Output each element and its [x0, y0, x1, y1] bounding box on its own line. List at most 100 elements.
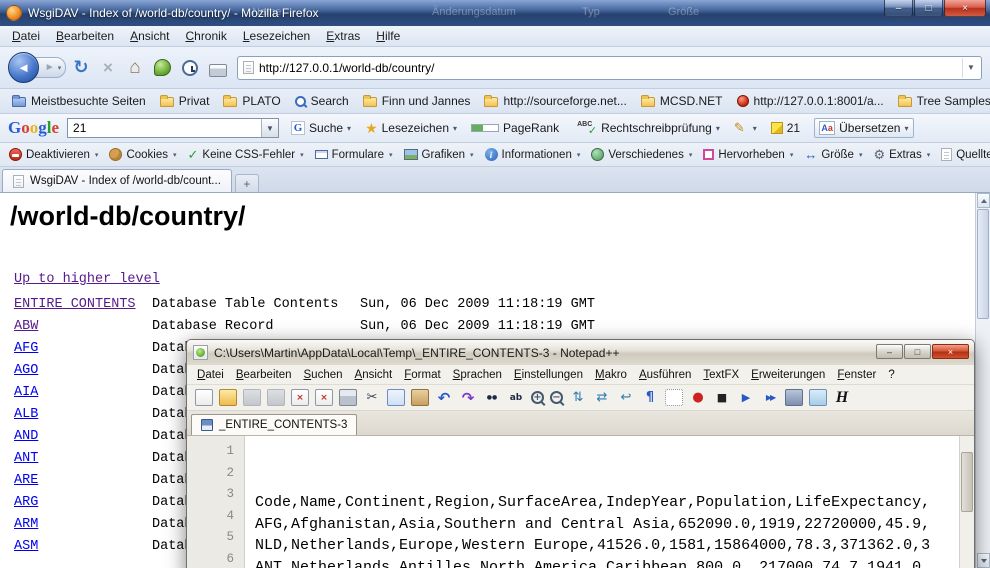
scrollbar-thumb[interactable] — [961, 452, 973, 512]
close-button[interactable]: × — [944, 0, 986, 17]
webdev-item[interactable]: Verschiedenes▾ — [586, 146, 697, 163]
entry-link[interactable]: AFG — [14, 341, 38, 356]
url-bar[interactable]: ▼ — [237, 56, 982, 80]
print-icon[interactable] — [339, 389, 357, 406]
replace-icon[interactable]: ab — [507, 389, 525, 406]
menu-item[interactable]: Einstellungen — [508, 367, 589, 383]
url-input[interactable] — [259, 61, 962, 75]
bookmark-item[interactable]: http://sourceforge.net... — [478, 92, 632, 110]
webdev-item[interactable]: Cookies▾ — [104, 146, 181, 163]
scroll-down-icon[interactable] — [977, 553, 990, 568]
history-clock-button[interactable] — [182, 60, 198, 76]
editor-text-area[interactable]: Code,Name,Continent,Region,SurfaceArea,I… — [245, 436, 959, 568]
webdev-item[interactable]: Quelltext — [936, 146, 990, 163]
editor[interactable]: 123456 Code,Name,Continent,Region,Surfac… — [187, 436, 974, 568]
open-file-icon[interactable] — [219, 389, 237, 406]
stop-macro-icon[interactable]: ■ — [713, 389, 731, 406]
google-toolbar-item[interactable]: Übersetzen▾ — [814, 118, 913, 138]
webdev-item[interactable]: Deaktivieren▾ — [4, 146, 103, 163]
maximize-button[interactable]: □ — [904, 344, 931, 359]
save-all-icon[interactable] — [267, 389, 285, 406]
url-dropdown-button[interactable]: ▼ — [962, 58, 979, 78]
menu-item[interactable]: Datei — [4, 27, 48, 45]
home-button[interactable]: ⌂ — [123, 54, 147, 82]
print-button[interactable] — [209, 64, 227, 77]
menu-item[interactable]: Ansicht — [122, 27, 177, 45]
up-link[interactable]: Up to higher level — [14, 272, 160, 287]
word-wrap-icon[interactable]: ↩ — [617, 389, 635, 406]
indent-guide-icon[interactable] — [665, 389, 683, 406]
undo-icon[interactable]: ↶ — [435, 389, 453, 406]
webdev-item[interactable]: Grafiken▾ — [399, 147, 479, 163]
run-macro-multiple-icon[interactable]: ▶▶ — [761, 389, 779, 406]
menu-item[interactable]: Bearbeiten — [48, 27, 122, 45]
show-all-chars-icon[interactable]: ¶ — [641, 389, 659, 406]
sync-vertical-icon[interactable]: ⇅ — [569, 389, 587, 406]
google-search-input[interactable] — [68, 121, 261, 135]
google-toolbar-item[interactable]: Lesezeichen▾ — [361, 118, 461, 139]
menu-item[interactable]: Ausführen — [633, 367, 697, 383]
new-tab-button[interactable]: + — [235, 174, 259, 192]
entry-link[interactable]: ALB — [14, 407, 38, 422]
sync-horizontal-icon[interactable]: ⇄ — [593, 389, 611, 406]
save-icon[interactable] — [243, 389, 261, 406]
paste-icon[interactable] — [411, 389, 429, 406]
webdev-item[interactable]: Hervorheben▾ — [698, 147, 798, 163]
google-toolbar-item[interactable]: PageRank — [467, 119, 567, 137]
google-toolbar-item[interactable]: Rechtschreibprüfung▾ — [573, 119, 724, 137]
webdev-item[interactable]: Formulare▾ — [310, 147, 398, 163]
minimize-button[interactable]: – — [876, 344, 903, 359]
entry-link[interactable]: ASM — [14, 539, 38, 554]
webdev-item[interactable]: Informationen▾ — [480, 146, 586, 163]
menu-item[interactable]: Fenster — [831, 367, 882, 383]
redo-icon[interactable]: ↷ — [459, 389, 477, 406]
bookmark-item[interactable]: MCSD.NET — [635, 92, 729, 110]
google-toolbar-item[interactable]: ▾ — [730, 118, 761, 138]
entry-link[interactable]: AIA — [14, 385, 38, 400]
webdev-item[interactable]: Größe▾ — [799, 145, 867, 164]
menu-item[interactable]: Ansicht — [349, 367, 399, 383]
back-button[interactable]: ◄ — [8, 52, 39, 83]
find-icon[interactable]: ●● — [483, 389, 501, 406]
close-all-icon[interactable]: × — [315, 389, 333, 406]
menu-item[interactable]: Chronik — [177, 27, 234, 45]
play-macro-icon[interactable]: ▶ — [737, 389, 755, 406]
bookmark-item[interactable]: Finn und Jannes — [357, 92, 477, 110]
menu-item[interactable]: TextFX — [697, 367, 745, 383]
google-toolbar-item[interactable]: Suche▾ — [287, 119, 355, 137]
entry-link[interactable]: ENTIRE CONTENTS — [14, 297, 136, 312]
entry-link[interactable]: ABW — [14, 319, 38, 334]
page-scrollbar[interactable] — [975, 193, 990, 568]
leaf-addon-button[interactable] — [154, 59, 171, 76]
save-macro-icon[interactable] — [785, 389, 803, 406]
document-tab[interactable]: _ENTIRE_CONTENTS-3 — [191, 414, 357, 435]
scroll-up-icon[interactable] — [977, 193, 990, 208]
bookmark-item[interactable]: Tree Samples — [892, 92, 990, 110]
menu-item[interactable]: Sprachen — [447, 367, 508, 383]
menu-item[interactable]: Hilfe — [368, 27, 408, 45]
menu-item[interactable]: ? — [882, 367, 900, 383]
menu-item[interactable]: Datei — [191, 367, 230, 383]
entry-link[interactable]: AND — [14, 429, 38, 444]
cut-icon[interactable]: ✂ — [363, 389, 381, 406]
entry-link[interactable]: ARG — [14, 495, 38, 510]
zoom-in-icon[interactable]: + — [531, 391, 544, 404]
menu-item[interactable]: Lesezeichen — [235, 27, 318, 45]
entry-link[interactable]: AGO — [14, 363, 38, 378]
bookmark-item[interactable]: Search — [289, 92, 355, 110]
bookmark-item[interactable]: http://127.0.0.1:8001/a... — [731, 92, 890, 110]
entry-link[interactable]: ANT — [14, 451, 38, 466]
maximize-button[interactable]: □ — [914, 0, 943, 17]
google-search-box[interactable]: ▼ — [67, 118, 279, 138]
menu-item[interactable]: Bearbeiten — [230, 367, 298, 383]
stop-button[interactable]: × — [96, 54, 120, 82]
close-file-icon[interactable]: × — [291, 389, 309, 406]
menu-item[interactable]: Format — [398, 367, 446, 383]
notepadpp-titlebar[interactable]: C:\Users\Martin\AppData\Local\Temp\_ENTI… — [187, 340, 974, 365]
menu-item[interactable]: Erweiterungen — [745, 367, 831, 383]
entry-link[interactable]: ARE — [14, 473, 38, 488]
editor-scrollbar[interactable] — [959, 436, 974, 568]
google-search-dropdown[interactable]: ▼ — [261, 119, 278, 137]
new-file-icon[interactable] — [195, 389, 213, 406]
entry-link[interactable]: ARM — [14, 517, 38, 532]
